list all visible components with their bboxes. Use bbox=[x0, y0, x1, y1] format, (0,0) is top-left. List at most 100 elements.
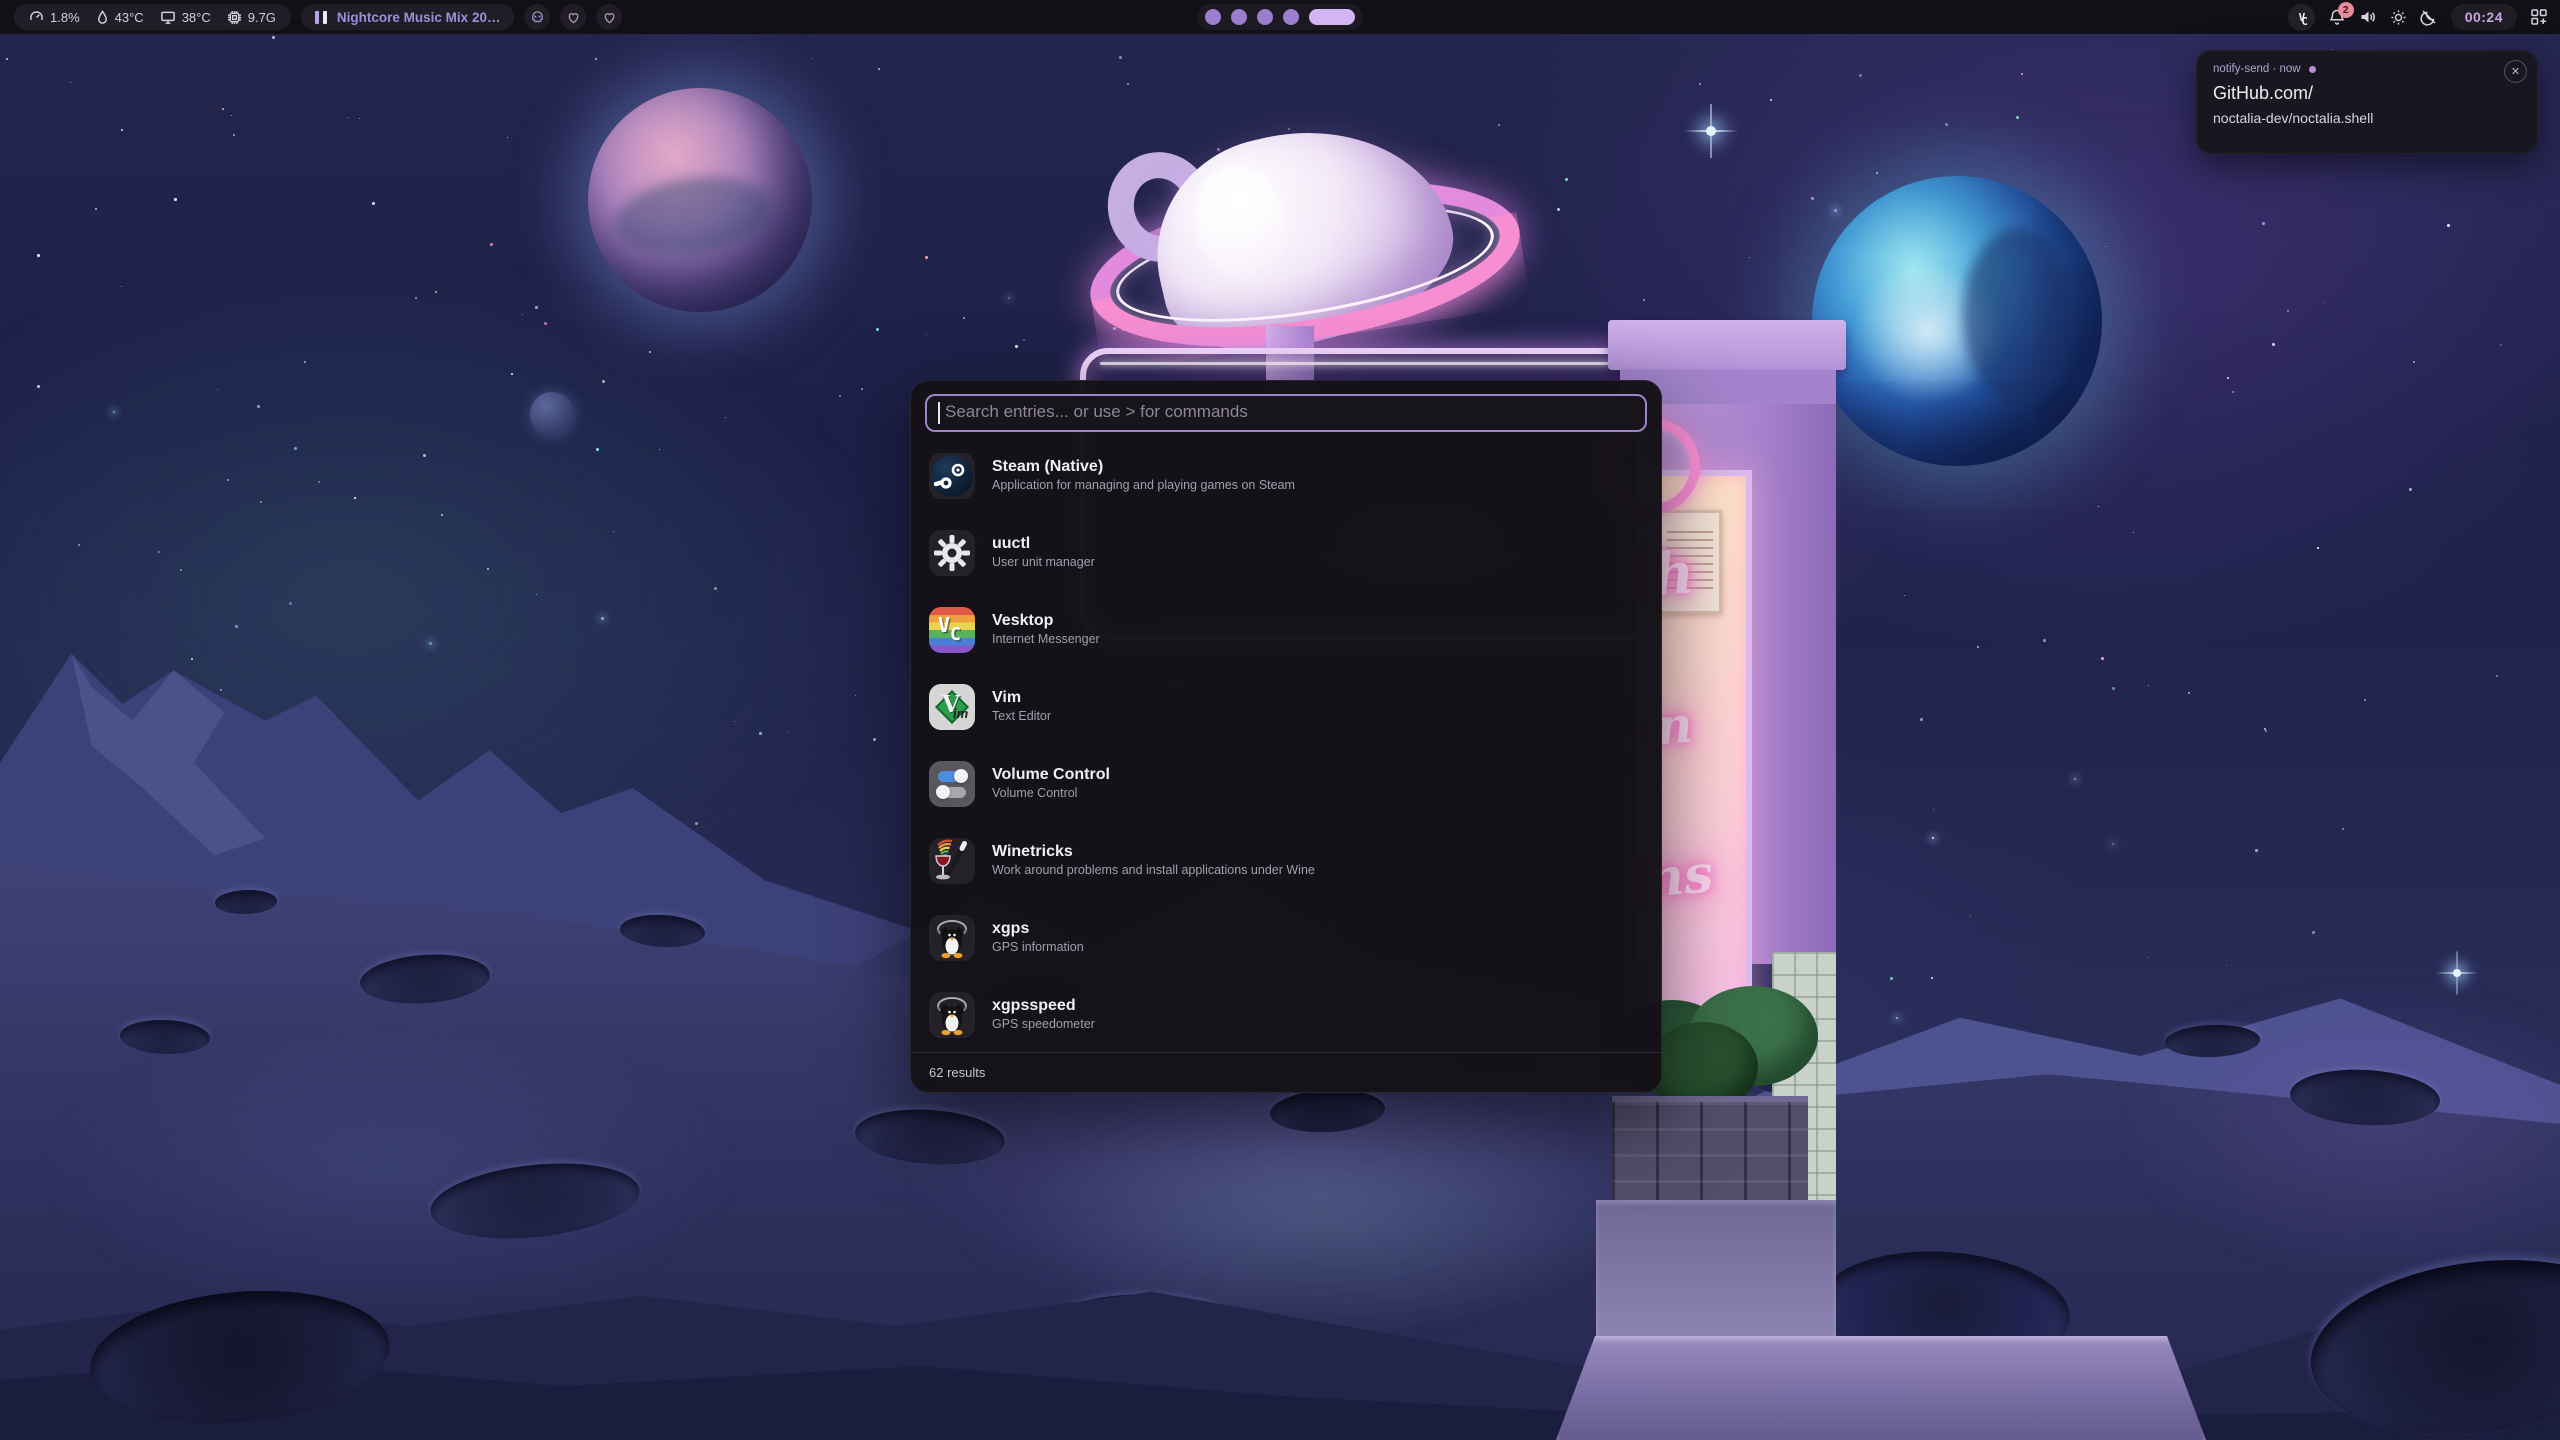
star bbox=[2317, 547, 2319, 549]
star bbox=[2226, 965, 2227, 966]
search-input[interactable] bbox=[925, 394, 1647, 432]
star bbox=[596, 448, 599, 451]
star bbox=[812, 58, 813, 59]
list-item-xgpsspeed[interactable]: xgpsspeed GPS speedometer bbox=[929, 976, 1643, 1053]
bright-star bbox=[1706, 126, 1716, 136]
close-icon[interactable]: ✕ bbox=[2504, 60, 2527, 83]
star bbox=[6, 58, 8, 60]
star bbox=[318, 481, 320, 483]
media-title: Nightcore Music Mix 20… bbox=[337, 10, 501, 25]
star bbox=[2021, 73, 2023, 75]
star bbox=[191, 658, 193, 660]
star bbox=[1127, 83, 1129, 85]
workspace-dot[interactable] bbox=[1283, 9, 1299, 25]
temp-stat: 43°C bbox=[96, 10, 144, 25]
star bbox=[2413, 361, 2415, 363]
system-stats-pill[interactable]: 1.8% 43°C 38°C bbox=[14, 4, 291, 30]
memory-value: 9.7G bbox=[248, 10, 276, 25]
gauge-icon bbox=[29, 10, 44, 25]
star bbox=[180, 569, 182, 571]
list-item-vim[interactable]: V im Vim Text Editor bbox=[929, 668, 1643, 745]
unread-dot-icon bbox=[2309, 66, 2316, 73]
star bbox=[2342, 828, 2344, 830]
vesktop-tray-icon[interactable]: VC bbox=[2288, 4, 2315, 31]
star bbox=[536, 594, 537, 595]
star bbox=[2364, 699, 2366, 701]
star bbox=[2232, 391, 2234, 393]
cpu-stat: 1.8% bbox=[29, 10, 80, 25]
results-count: 62 results bbox=[929, 1065, 985, 1080]
star bbox=[1008, 297, 1010, 299]
list-item-winetricks[interactable]: Winetricks Work around problems and inst… bbox=[929, 822, 1643, 899]
star bbox=[725, 417, 726, 418]
star bbox=[95, 208, 97, 210]
star bbox=[839, 395, 841, 397]
star bbox=[595, 58, 597, 60]
star bbox=[1932, 837, 1934, 839]
workspace-dot-active[interactable] bbox=[1309, 9, 1355, 25]
list-item-xgps[interactable]: xgps GPS information bbox=[929, 899, 1643, 976]
notification-popup[interactable]: notify-send · now ✕ GitHub.com/ noctalia… bbox=[2196, 50, 2538, 154]
chip-icon bbox=[227, 10, 242, 25]
star bbox=[487, 568, 489, 570]
media-player-pill[interactable]: Nightcore Music Mix 20… bbox=[301, 4, 515, 30]
star bbox=[260, 501, 262, 503]
star bbox=[121, 286, 122, 287]
list-item-volume-control[interactable]: Volume Control Volume Control bbox=[929, 745, 1643, 822]
shop-cornice bbox=[1608, 320, 1846, 370]
brick-planter bbox=[1612, 1096, 1808, 1200]
star bbox=[1933, 809, 1934, 810]
apps-grid-icon[interactable] bbox=[2530, 8, 2548, 26]
skull-icon[interactable] bbox=[524, 4, 550, 30]
star bbox=[788, 732, 789, 733]
star bbox=[2105, 246, 2106, 247]
star bbox=[925, 256, 928, 259]
sun-icon[interactable] bbox=[2390, 9, 2407, 26]
star bbox=[490, 243, 493, 246]
star bbox=[507, 137, 508, 138]
monitor-icon bbox=[160, 10, 176, 25]
star bbox=[2255, 849, 2258, 852]
star bbox=[1113, 327, 1116, 330]
heart-icon[interactable] bbox=[596, 4, 622, 30]
star bbox=[695, 822, 698, 825]
star bbox=[522, 314, 523, 315]
speaker-icon[interactable] bbox=[2359, 8, 2377, 26]
star bbox=[2262, 222, 2265, 225]
workspace-dot[interactable] bbox=[1257, 9, 1273, 25]
star bbox=[2016, 116, 2019, 119]
star bbox=[2265, 730, 2267, 732]
star bbox=[70, 82, 71, 83]
star bbox=[876, 328, 879, 331]
workspace-indicator[interactable] bbox=[1197, 4, 1363, 30]
heart-icon[interactable] bbox=[560, 4, 586, 30]
star bbox=[37, 385, 40, 388]
earth-planet bbox=[1812, 176, 2102, 466]
star bbox=[2148, 685, 2149, 686]
star bbox=[354, 497, 356, 499]
pause-icon bbox=[315, 11, 327, 24]
memory-stat: 9.7G bbox=[227, 10, 276, 25]
moon-slash-icon[interactable] bbox=[2420, 8, 2438, 26]
workspace-dot[interactable] bbox=[1205, 9, 1221, 25]
star bbox=[227, 479, 229, 481]
list-item-uuctl[interactable]: uuctl User unit manager bbox=[929, 514, 1643, 591]
volume-toggles-icon bbox=[929, 761, 975, 807]
clock[interactable]: 00:24 bbox=[2451, 4, 2517, 30]
steam-icon bbox=[929, 453, 975, 499]
star bbox=[2147, 957, 2148, 958]
star bbox=[222, 108, 224, 110]
star bbox=[2101, 657, 2104, 660]
gear-icon bbox=[929, 530, 975, 576]
surface-tint bbox=[40, 1020, 740, 1320]
star bbox=[272, 36, 275, 39]
text-caret bbox=[938, 402, 940, 424]
list-item-vesktop[interactable]: V C Vesktop Internet Messenger bbox=[929, 591, 1643, 668]
star bbox=[1811, 197, 1814, 200]
bright-star bbox=[2453, 969, 2461, 977]
workspace-dot[interactable] bbox=[1231, 9, 1247, 25]
star bbox=[415, 297, 417, 299]
list-item-steam[interactable]: Steam (Native) Application for managing … bbox=[929, 437, 1643, 514]
cpu-value: 1.8% bbox=[50, 10, 80, 25]
result-list: Steam (Native) Application for managing … bbox=[929, 437, 1643, 1053]
